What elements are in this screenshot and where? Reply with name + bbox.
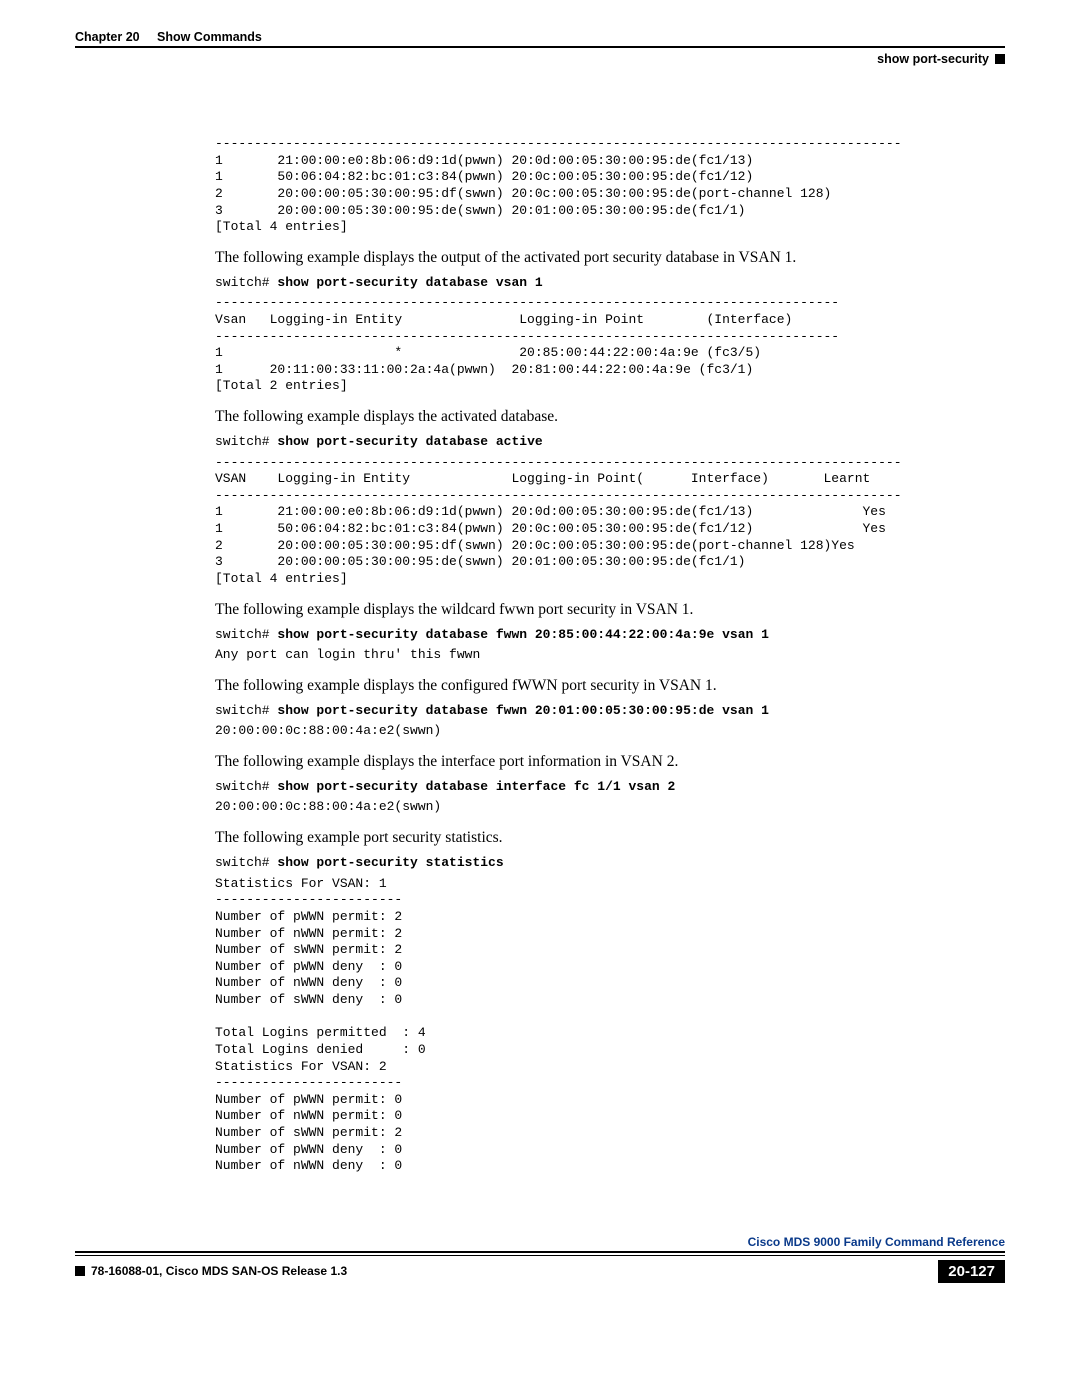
prompt: switch# [215, 434, 277, 449]
command-bold: show port-security database fwwn 20:01:0… [277, 703, 768, 718]
footer-docid: 78-16088-01, Cisco MDS SAN-OS Release 1.… [75, 1264, 347, 1278]
command-bold: show port-security database active [277, 434, 542, 449]
paragraph-1: The following example displays the outpu… [215, 248, 1005, 269]
prompt: switch# [215, 275, 277, 290]
command-bold: show port-security database fwwn 20:85:0… [277, 627, 768, 642]
paragraph-4: The following example displays the confi… [215, 676, 1005, 697]
output-block-3: Any port can login thru' this fwwn [215, 647, 1005, 664]
output-block-2: ----------------------------------------… [215, 455, 1005, 588]
command-bold: show port-security database vsan 1 [277, 275, 542, 290]
chapter-number: Chapter 20 [75, 30, 140, 44]
paragraph-5: The following example displays the inter… [215, 752, 1005, 773]
page-number: 20-127 [938, 1260, 1005, 1283]
output-block-5: 20:00:00:0c:88:00:4a:e2(swwn) [215, 799, 1005, 816]
output-block-1: ----------------------------------------… [215, 295, 1005, 395]
command-line-2: switch# show port-security database acti… [215, 434, 1005, 451]
command-bold: show port-security database interface fc… [277, 779, 675, 794]
command-line-3: switch# show port-security database fwwn… [215, 627, 1005, 644]
output-block-0: ----------------------------------------… [215, 136, 1005, 236]
paragraph-3: The following example displays the wildc… [215, 600, 1005, 621]
command-line-1: switch# show port-security database vsan… [215, 275, 1005, 292]
prompt: switch# [215, 779, 277, 794]
output-block-6: Statistics For VSAN: 1 -----------------… [215, 876, 1005, 1175]
chapter-title: Show Commands [157, 30, 262, 44]
header-rule [75, 46, 1005, 48]
section-title: show port-security [75, 52, 1005, 66]
footer-rule [75, 1251, 1005, 1256]
output-block-4: 20:00:00:0c:88:00:4a:e2(swwn) [215, 723, 1005, 740]
command-bold: show port-security statistics [277, 855, 503, 870]
command-line-5: switch# show port-security database inte… [215, 779, 1005, 796]
command-line-4: switch# show port-security database fwwn… [215, 703, 1005, 720]
paragraph-2: The following example displays the activ… [215, 407, 1005, 428]
command-line-6: switch# show port-security statistics [215, 855, 1005, 872]
footer-booktitle: Cisco MDS 9000 Family Command Reference [75, 1235, 1005, 1249]
prompt: switch# [215, 703, 277, 718]
paragraph-6: The following example port security stat… [215, 828, 1005, 849]
prompt: switch# [215, 855, 277, 870]
prompt: switch# [215, 627, 277, 642]
